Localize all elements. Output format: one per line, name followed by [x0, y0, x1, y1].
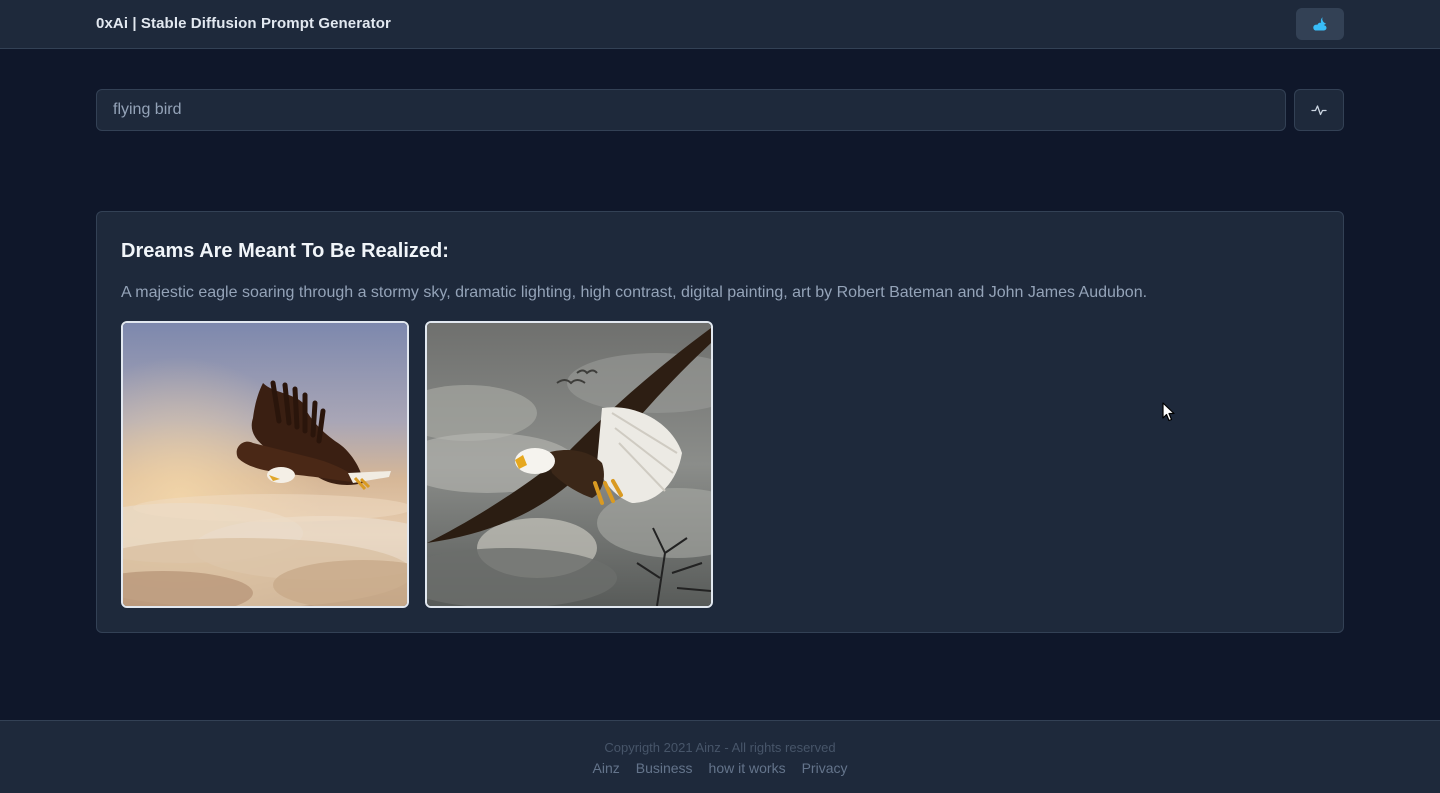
theme-toggle-button[interactable] [1296, 8, 1344, 40]
footer-link-how-it-works[interactable]: how it works [709, 760, 786, 776]
generated-image-2[interactable] [425, 321, 713, 608]
generated-image-1[interactable] [121, 321, 409, 608]
result-card: Dreams Are Meant To Be Realized: A majes… [96, 211, 1344, 633]
eagle-clouds-image [123, 323, 407, 606]
prompt-input[interactable] [96, 89, 1286, 131]
footer-link-business[interactable]: Business [636, 760, 693, 776]
footer-links: Ainz Business how it works Privacy [0, 760, 1440, 776]
footer-link-ainz[interactable]: Ainz [593, 760, 620, 776]
pulse-icon [1311, 105, 1327, 116]
copyright-text: Copyrigth 2021 Ainz - All rights reserve… [604, 740, 836, 755]
eagle-storm-image [427, 323, 711, 606]
generated-prompt-text: A majestic eagle soaring through a storm… [121, 284, 1148, 301]
page-footer: Copyrigth 2021 Ainz - All rights reserve… [0, 720, 1440, 793]
app-title[interactable]: 0xAi | Stable Diffusion Prompt Generator [96, 15, 391, 32]
cloud-moon-icon [1313, 17, 1327, 31]
generate-button[interactable] [1294, 89, 1344, 131]
result-heading: Dreams Are Meant To Be Realized: [121, 240, 449, 262]
top-navbar: 0xAi | Stable Diffusion Prompt Generator [0, 0, 1440, 49]
footer-link-privacy[interactable]: Privacy [802, 760, 848, 776]
